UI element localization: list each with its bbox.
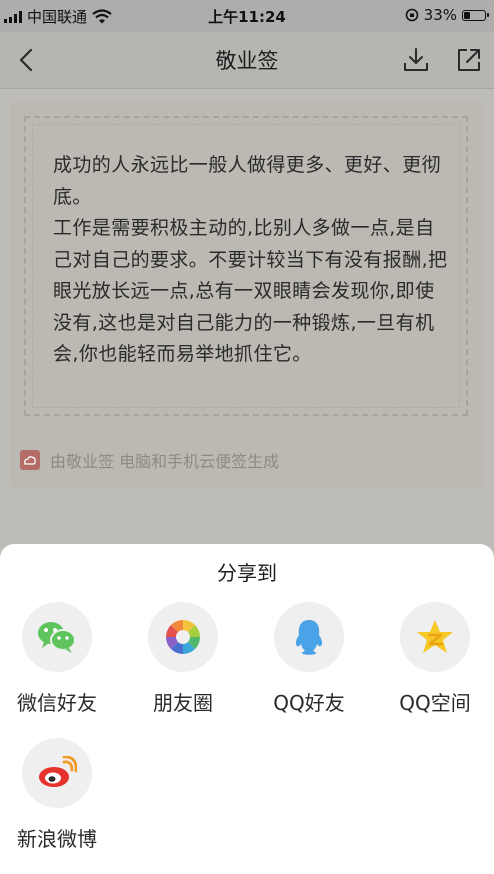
note-content: 成功的人永远比一般人做得更多、更好、更彻底。 工作是需要积极主动的,比别人多做一… xyxy=(53,150,453,371)
download-icon[interactable] xyxy=(402,46,430,74)
status-bar: 中国联通 上午11:24 33% xyxy=(0,0,494,32)
share-target-qq[interactable]: QQ好友 xyxy=(246,602,372,722)
battery-icon xyxy=(462,9,489,21)
share-label: 微信好友 xyxy=(17,691,97,715)
status-right: 33% xyxy=(405,6,489,24)
export-icon[interactable] xyxy=(455,46,483,74)
note-card: 成功的人永远比一般人做得更多、更好、更彻底。 工作是需要积极主动的,比别人多做一… xyxy=(10,102,484,488)
battery-percent: 33% xyxy=(423,6,457,24)
share-sheet: 分享到 微信好友 朋友圈 QQ好友 QQ空间 新浪微博 xyxy=(0,544,494,874)
share-label: 朋友圈 xyxy=(153,691,213,715)
share-label: QQ空间 xyxy=(399,691,471,715)
nav-bar: 敬业签 xyxy=(0,32,494,89)
qzone-icon xyxy=(400,602,470,672)
share-target-wechat[interactable]: 微信好友 xyxy=(0,602,120,722)
wechat-icon xyxy=(22,602,92,672)
moments-icon xyxy=(148,602,218,672)
note-paragraph: 成功的人永远比一般人做得更多、更好、更彻底。 xyxy=(53,154,442,208)
share-target-weibo[interactable]: 新浪微博 xyxy=(0,738,120,858)
weibo-icon xyxy=(22,738,92,808)
qq-icon xyxy=(274,602,344,672)
share-target-moments[interactable]: 朋友圈 xyxy=(120,602,246,722)
note-footer: 由敬业签 电脑和手机云便签生成 xyxy=(20,448,279,472)
share-label: QQ好友 xyxy=(273,691,345,715)
share-sheet-title: 分享到 xyxy=(217,561,277,585)
rotation-lock-icon xyxy=(405,8,418,22)
share-target-qzone[interactable]: QQ空间 xyxy=(372,602,494,722)
note-paragraph: 工作是需要积极主动的,比别人多做一点,是自己对自己的要求。不要计较当下有没有报酬… xyxy=(53,217,448,365)
battery-level xyxy=(464,11,470,19)
share-label: 新浪微博 xyxy=(17,827,97,851)
app-logo-icon xyxy=(20,450,40,470)
note-footer-text: 由敬业签 电脑和手机云便签生成 xyxy=(50,452,280,471)
